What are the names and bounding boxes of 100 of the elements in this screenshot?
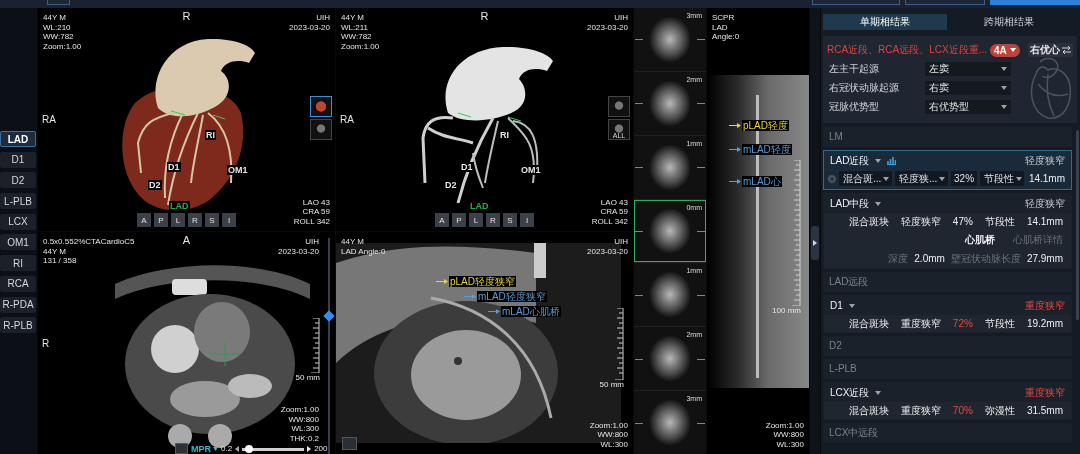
- finding-value: 混合斑块: [848, 404, 889, 417]
- vessel-button[interactable]: LCX: [0, 213, 36, 230]
- vessel-label: LAD: [469, 201, 490, 211]
- stenosis-result: 重度狭窄: [1025, 386, 1065, 399]
- view-preset-button[interactable]: [310, 119, 332, 140]
- overlay-text: 44Y M: [341, 237, 364, 247]
- finding-value: 70%: [952, 404, 973, 417]
- orientation-button[interactable]: I: [520, 213, 534, 227]
- overlay-text: WW:782: [43, 32, 74, 42]
- finding-value: 轻度狭窄: [900, 215, 941, 228]
- view-preset-button[interactable]: [310, 96, 332, 117]
- result-tab[interactable]: 跨期相结果: [947, 14, 1071, 30]
- orientation-button[interactable]: R: [188, 213, 202, 227]
- overlay-text: Zoom:1.00: [43, 41, 82, 51]
- annotation-label: pLAD轻度狭窄: [449, 276, 516, 287]
- vessel-button[interactable]: L-PLB: [0, 193, 36, 210]
- left-triangle-icon[interactable]: [235, 445, 240, 452]
- caret-icon[interactable]: [875, 158, 882, 163]
- result-tab[interactable]: 单期相结果: [823, 14, 947, 30]
- swap-icon: [1062, 46, 1071, 54]
- field-label: 冠脉优势型: [829, 101, 880, 113]
- select-dropdown[interactable]: 右窦: [925, 81, 1011, 95]
- annotation-label: mLAD轻度狭窄: [477, 291, 547, 302]
- overlay-text: 2023-03-20: [289, 22, 330, 32]
- orientation-button[interactable]: P: [154, 213, 168, 227]
- segment-row[interactable]: D2: [823, 336, 1072, 356]
- stenosis-result: 重度狭窄: [1025, 299, 1065, 312]
- orientation-button[interactable]: I: [222, 213, 236, 227]
- segment-name[interactable]: D1: [830, 299, 843, 312]
- orientation-button[interactable]: S: [205, 213, 219, 227]
- overlay-text: UIH: [614, 13, 628, 23]
- vessel-button[interactable]: R-PLB: [0, 317, 36, 334]
- vessel-button[interactable]: LAD: [0, 131, 36, 147]
- caret-icon[interactable]: [875, 390, 882, 395]
- stenosis-result: 轻度狭窄: [1025, 197, 1065, 210]
- finding-value: 节段性: [984, 317, 1015, 330]
- scale-label: 100 mm: [772, 306, 801, 316]
- caret-icon[interactable]: [875, 201, 882, 206]
- depth-label: 深度: [888, 252, 909, 265]
- finding-value: 弥漫性: [984, 404, 1015, 417]
- overlay-text: 44Y M: [43, 246, 66, 256]
- segment-row[interactable]: L-PLB: [823, 359, 1072, 379]
- slider-thumb[interactable]: [323, 310, 335, 322]
- segment-name[interactable]: LAD中段: [830, 197, 870, 210]
- overlay-text: 131 / 358: [43, 256, 77, 266]
- right-triangle-icon[interactable]: [307, 445, 312, 452]
- vessel-button[interactable]: RCA: [0, 275, 36, 292]
- stenosis-dropdown[interactable]: 轻度狭...: [895, 171, 948, 186]
- segment-name: LM: [829, 131, 843, 143]
- orientation-button[interactable]: S: [503, 213, 517, 227]
- overlay-text: ROLL 342: [293, 216, 330, 226]
- length-value: 14.1mm: [1028, 172, 1065, 185]
- thickness-slider[interactable]: [242, 444, 305, 453]
- scrollbar-thumb[interactable]: [1076, 130, 1079, 320]
- percent-field[interactable]: 32%: [951, 171, 977, 186]
- overlay-text: LAD Angle:0: [341, 246, 386, 256]
- orientation-label: R: [42, 338, 50, 349]
- vessel-label: D1: [460, 162, 474, 172]
- caret-icon: [1016, 176, 1022, 181]
- scale-ruler: [615, 308, 624, 380]
- segment-name[interactable]: LCX近段: [830, 386, 870, 399]
- vessel-button[interactable]: RI: [0, 255, 36, 272]
- finding-value: 节段性: [984, 215, 1015, 228]
- overlay-text: SCPR: [712, 13, 735, 23]
- segment-row[interactable]: LCX中远段: [823, 423, 1072, 443]
- segment-row[interactable]: LM: [823, 127, 1072, 147]
- orientation-button[interactable]: L: [171, 213, 185, 227]
- orientation-button[interactable]: R: [486, 213, 500, 227]
- collapse-handle[interactable]: [811, 226, 819, 260]
- segment-row[interactable]: LAD远段: [823, 272, 1072, 292]
- finding-value: 19.2mm: [1026, 317, 1063, 330]
- vessel-button[interactable]: R-PDA: [0, 296, 36, 313]
- orientation-button[interactable]: A: [137, 213, 151, 227]
- bar-chart-icon[interactable]: [887, 156, 897, 165]
- orientation-label: R: [182, 10, 191, 22]
- vessel-button[interactable]: OM1: [0, 234, 36, 251]
- overlay-text: WL:300: [600, 439, 628, 449]
- plaque-dropdown[interactable]: 混合斑...: [839, 171, 892, 186]
- thickness-max: 200: [314, 443, 328, 454]
- dominance-button[interactable]: 右优心: [1028, 43, 1073, 57]
- mode-dropdown[interactable]: MPR: [191, 443, 218, 454]
- caret-icon[interactable]: [848, 303, 855, 308]
- finding-value: 混合斑块: [848, 317, 889, 330]
- vessel-button[interactable]: D1: [0, 151, 36, 168]
- vessel-button[interactable]: D2: [0, 172, 36, 189]
- overlay-text: Zoom:1.00: [341, 41, 380, 51]
- slider-thumb[interactable]: [245, 444, 254, 453]
- orientation-button[interactable]: P: [452, 213, 466, 227]
- morphology-dropdown[interactable]: 节段性: [980, 171, 1024, 186]
- overlay-text: 44Y M: [341, 13, 364, 23]
- orientation-label: R: [480, 10, 489, 22]
- segment-name[interactable]: LAD近段: [830, 154, 870, 167]
- orientation-button[interactable]: L: [469, 213, 483, 227]
- orientation-label: RA: [340, 115, 354, 125]
- annotation-label: pLAD轻度: [742, 120, 789, 131]
- view-preset-button[interactable]: [608, 96, 630, 117]
- select-dropdown[interactable]: 右优势型: [925, 100, 1011, 114]
- grade-dropdown[interactable]: 4A: [990, 43, 1020, 57]
- orientation-button[interactable]: A: [435, 213, 449, 227]
- select-dropdown[interactable]: 左窦: [925, 62, 1011, 76]
